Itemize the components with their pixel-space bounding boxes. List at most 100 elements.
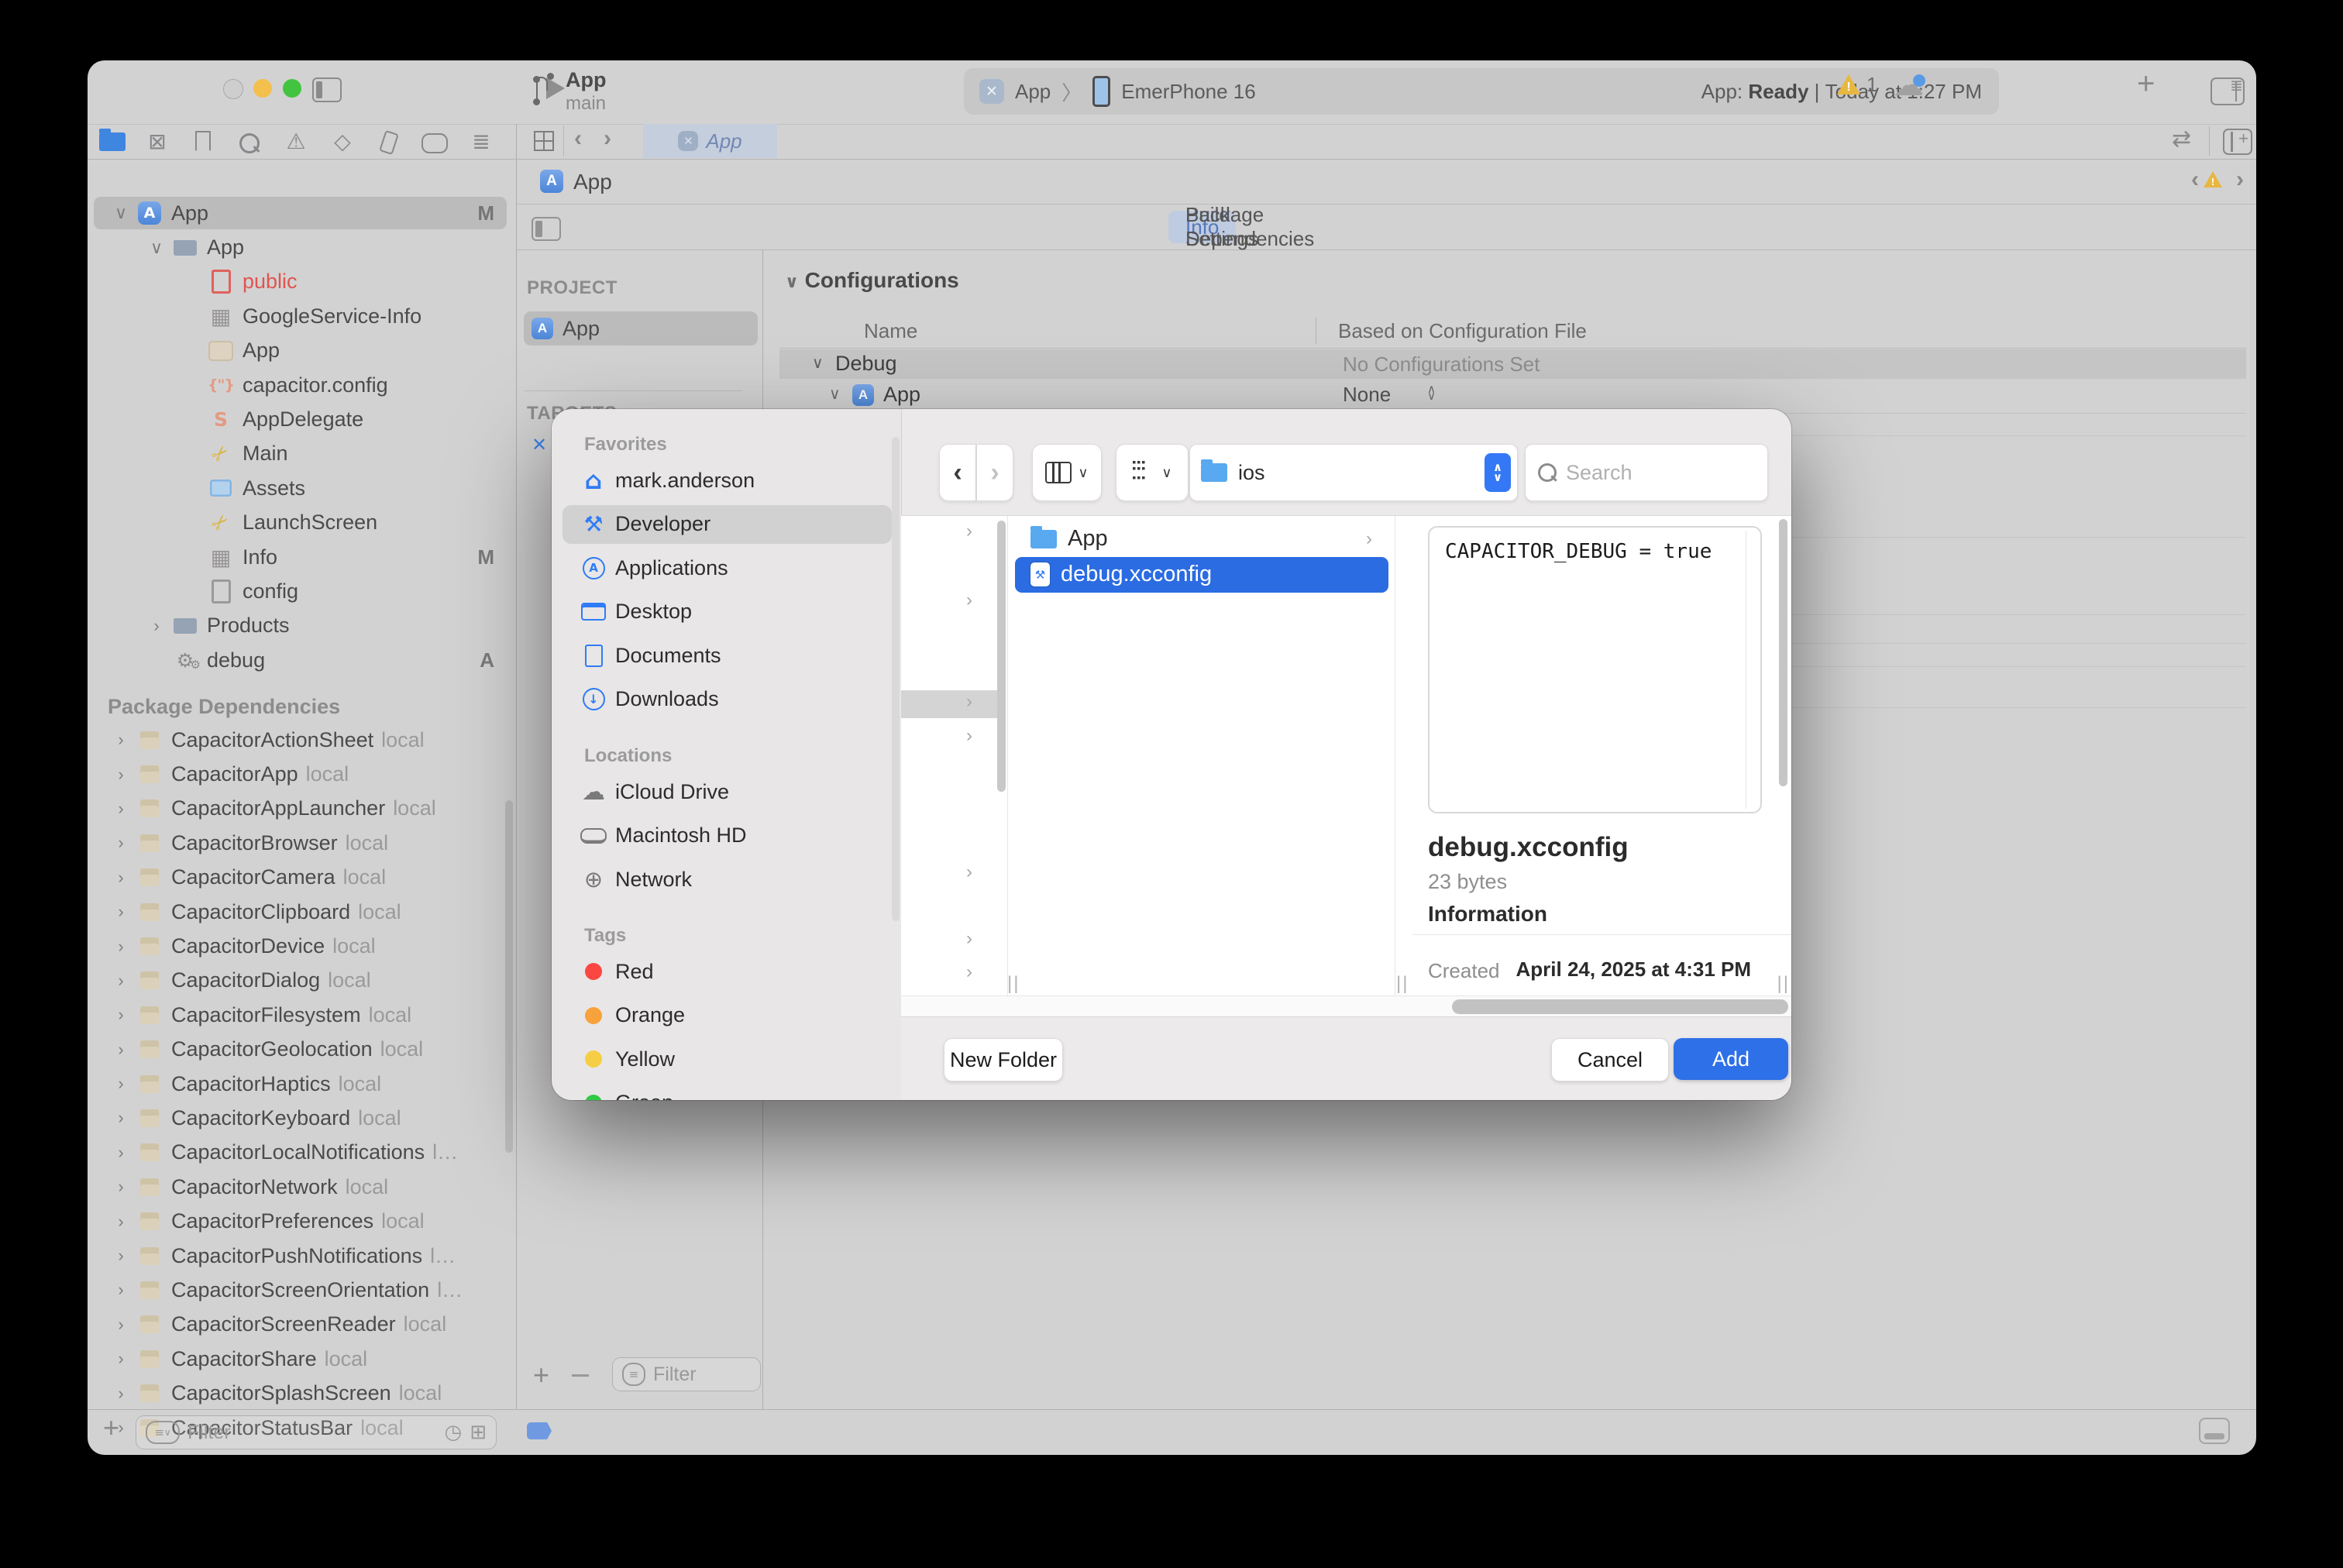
sidebar-item[interactable]: iCloud Drive [552, 770, 901, 814]
source-control-filter-icon[interactable]: ⊞ [470, 1421, 487, 1444]
disclosure-icon[interactable]: › [108, 902, 134, 922]
disclosure-icon[interactable]: › [108, 833, 134, 853]
tag-item[interactable]: Red [552, 950, 901, 994]
disclosure-icon[interactable]: › [108, 868, 134, 888]
scheme-branch[interactable]: main [566, 93, 606, 115]
disclosure-icon[interactable]: › [108, 1040, 134, 1060]
sidebar-item[interactable]: mark.anderson [552, 459, 901, 503]
tag-item[interactable]: Orange [552, 994, 901, 1038]
tag-item[interactable]: Yellow [552, 1037, 901, 1081]
preview-scrollbar[interactable] [1779, 519, 1787, 786]
disclosure-icon[interactable]: › [108, 1005, 134, 1025]
folder-row[interactable]: App [1030, 526, 1108, 552]
column-resize-handle[interactable]: || [1396, 973, 1409, 995]
package-row[interactable]: › CapacitorScreenOrientation l… [88, 1273, 516, 1307]
navigator-scrollbar[interactable] [505, 800, 513, 1153]
package-row[interactable]: › CapacitorKeyboard local [88, 1101, 516, 1135]
editor-segment-tab[interactable]: Package Dependencies [1168, 211, 1331, 243]
find-navigator-icon[interactable] [234, 133, 265, 159]
toggle-navigator-icon[interactable] [312, 77, 342, 102]
parent-column-selected-row[interactable] [901, 690, 1003, 718]
package-row[interactable]: › CapacitorGeolocation local [88, 1033, 516, 1067]
disclosure-icon[interactable]: › [108, 1384, 134, 1404]
tree-row[interactable]: GoogleService-Info [88, 299, 516, 333]
package-row[interactable]: › CapacitorNetwork local [88, 1170, 516, 1204]
run-project-label[interactable]: App [1015, 80, 1051, 104]
sidebar-item[interactable]: Network [552, 858, 901, 902]
column-resize-handle[interactable]: || [1777, 973, 1790, 995]
package-row[interactable]: › CapacitorDialog local [88, 964, 516, 998]
tab-overview-icon[interactable] [534, 131, 554, 155]
tree-row[interactable]: AppDelegate [88, 402, 516, 436]
disclosure-icon[interactable]: ∨ [143, 238, 170, 258]
toggle-debug-area-icon[interactable] [2199, 1418, 2230, 1444]
add-tab-button[interactable]: + [2137, 67, 2155, 101]
tree-row[interactable]: App [88, 334, 516, 368]
issue-next-icon[interactable]: › [2236, 167, 2244, 193]
config-value-stepper[interactable]: ∧∨ [1427, 386, 1436, 401]
editor-tab-app[interactable]: ✕ App [643, 124, 777, 158]
editor-layout-icon[interactable] [2211, 77, 2245, 105]
tree-row[interactable]: Assets [88, 471, 516, 505]
project-navigator-icon[interactable] [97, 132, 128, 156]
issue-prev-icon[interactable]: ‹ [2191, 167, 2199, 193]
package-row[interactable]: › CapacitorPreferences local [88, 1204, 516, 1238]
column-resize-handle[interactable]: || [1007, 973, 1020, 995]
disclosure-icon[interactable]: › [108, 937, 134, 957]
disclosure-icon[interactable]: › [108, 1177, 134, 1197]
report-navigator-icon[interactable]: ≣ [466, 129, 497, 154]
add-target-button[interactable]: + [533, 1359, 549, 1391]
disclosure-icon[interactable]: › [108, 1246, 134, 1266]
test-navigator-icon[interactable]: ◇ [327, 129, 358, 154]
run-destination-label[interactable]: EmerPhone 16 [1121, 80, 1255, 104]
view-mode-button[interactable]: ∨ [1032, 444, 1102, 501]
package-row[interactable]: › CapacitorDevice local [88, 929, 516, 963]
warning-badge-icon[interactable]: ! [1837, 74, 1860, 95]
tree-row[interactable]: › Products [88, 609, 516, 643]
targets-filter-field[interactable]: ≡ Filter [612, 1357, 761, 1391]
config-app-value[interactable]: None [1343, 383, 1391, 407]
configurations-section[interactable]: ∨ Configurations [785, 268, 959, 293]
back-tab-icon[interactable]: ‹ [574, 126, 582, 152]
tree-row[interactable]: public [88, 265, 516, 299]
sidebar-item[interactable]: Downloads [552, 678, 901, 722]
package-row[interactable]: › CapacitorCamera local [88, 861, 516, 895]
tree-row[interactable]: ∨ App M [88, 196, 516, 230]
swap-editor-icon[interactable]: ⇄ [2172, 126, 2191, 153]
path-dropdown[interactable]: ios ∧∨ [1189, 444, 1518, 501]
selected-file-row-content[interactable]: debug.xcconfig [1030, 562, 1212, 587]
column-scrollbar[interactable] [997, 521, 1006, 792]
search-field[interactable]: Search [1525, 444, 1768, 501]
sidebar-scrollbar[interactable] [892, 437, 900, 921]
disclosure-icon[interactable]: › [143, 616, 170, 636]
tree-row[interactable]: debug A [88, 643, 516, 677]
minimize-button[interactable] [253, 79, 272, 98]
divider[interactable] [516, 124, 517, 1410]
sidebar-item[interactable]: Developer [552, 503, 901, 547]
package-row[interactable]: › CapacitorShare local [88, 1342, 516, 1376]
tree-row[interactable]: config [88, 574, 516, 608]
disclosure-icon[interactable]: › [108, 1074, 134, 1094]
recent-files-icon[interactable]: ◷ [445, 1421, 463, 1444]
debug-navigator-icon[interactable] [373, 132, 404, 159]
issue-navigator-icon[interactable]: ⚠ [280, 129, 311, 154]
tree-row[interactable]: LaunchScreen [88, 506, 516, 540]
sidebar-item[interactable]: Applications [552, 546, 901, 590]
sidebar-item[interactable]: Desktop [552, 590, 901, 634]
tree-row[interactable]: Info M [88, 540, 516, 574]
disclosure-icon[interactable]: › [108, 1315, 134, 1335]
tree-row[interactable]: capacitor.config [88, 368, 516, 402]
add-editor-icon[interactable] [2223, 129, 2252, 159]
source-control-navigator-icon[interactable]: ⊠ [142, 129, 173, 154]
disclosure-icon[interactable]: › [108, 730, 134, 750]
package-row[interactable]: › CapacitorHaptics local [88, 1067, 516, 1101]
package-row[interactable]: › CapacitorFilesystem local [88, 998, 516, 1032]
sidebar-item[interactable]: Macintosh HD [552, 814, 901, 858]
sidebar-item[interactable]: Documents [552, 634, 901, 678]
package-row[interactable]: › CapacitorPushNotifications l… [88, 1239, 516, 1273]
disclosure-icon[interactable]: › [108, 1212, 134, 1232]
forward-tab-icon[interactable]: › [604, 126, 611, 152]
related-items-icon[interactable] [532, 217, 561, 241]
target-app-icon[interactable]: ✕ [532, 434, 547, 456]
bookmark-navigator-icon[interactable] [188, 131, 218, 156]
